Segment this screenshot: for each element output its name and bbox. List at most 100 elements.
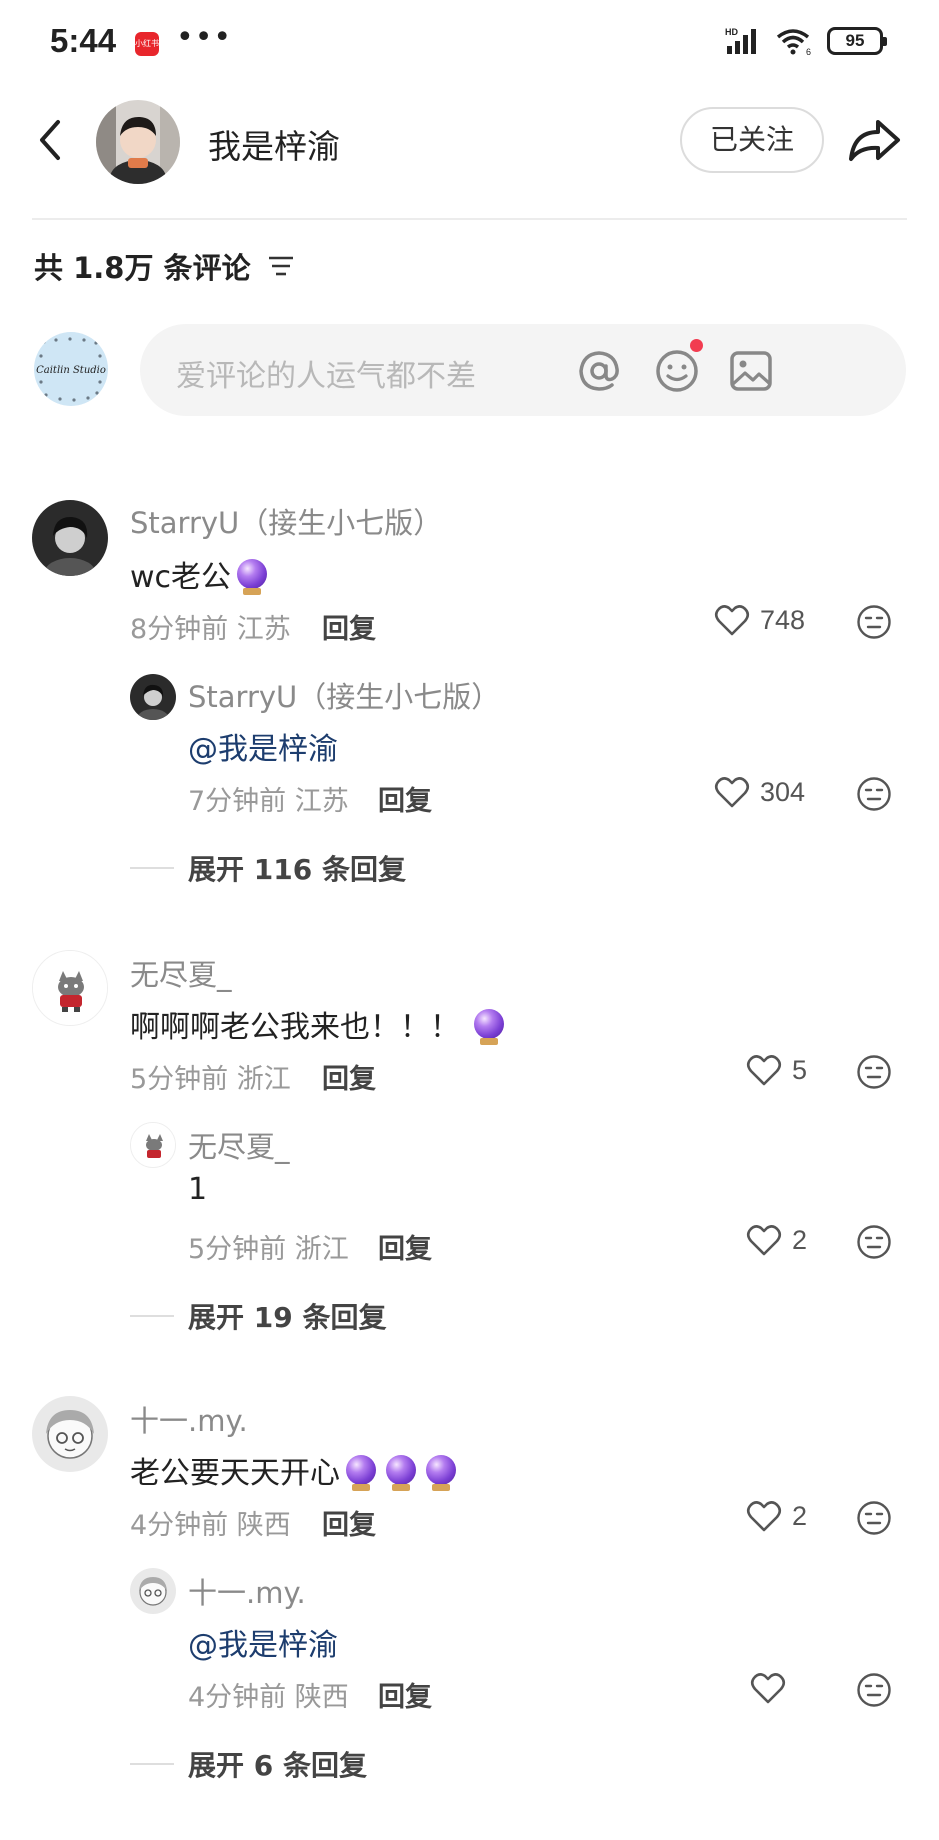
expand-line xyxy=(130,867,174,869)
comment-time-location: 5分钟前 浙江 xyxy=(130,1064,291,1095)
heart-icon xyxy=(746,1055,782,1086)
reply-text: @我是梓渝 xyxy=(188,724,338,768)
back-button[interactable] xyxy=(28,112,78,168)
expand-line xyxy=(130,1315,174,1317)
header-divider xyxy=(32,218,907,220)
react-face-icon[interactable] xyxy=(856,776,892,812)
xiaohongshu-app-icon: 小红书 xyxy=(135,32,159,56)
reply-button[interactable]: 回复 xyxy=(322,1503,376,1542)
reply-text-content[interactable]: @我是梓渝 xyxy=(188,1620,338,1664)
reply-button[interactable]: 回复 xyxy=(378,1675,432,1714)
emoji-notification-dot xyxy=(690,339,703,352)
crystal-ball-emoji-icon xyxy=(426,1455,456,1491)
reply-button[interactable]: 回复 xyxy=(322,1057,376,1096)
reply-text-content: 1 xyxy=(188,1172,208,1207)
react-face-icon[interactable] xyxy=(856,1500,892,1536)
reply-button[interactable]: 回复 xyxy=(322,607,376,646)
reply-text: 1 xyxy=(188,1172,207,1207)
heart-icon xyxy=(714,777,750,808)
share-icon[interactable] xyxy=(846,114,902,166)
commenter-name[interactable]: 十一.my. xyxy=(130,1398,248,1440)
comment-input[interactable]: 爱评论的人运气都不差 xyxy=(140,324,906,416)
comment-count-row: 共 1.8万 条评论 xyxy=(34,244,295,288)
following-button[interactable]: 已关注 xyxy=(680,107,824,173)
author-avatar[interactable] xyxy=(96,100,180,184)
react-face-icon[interactable] xyxy=(856,1054,892,1090)
expand-line xyxy=(130,1763,174,1765)
like-count: 2 xyxy=(792,1500,808,1531)
like-button[interactable]: 2 xyxy=(746,1223,807,1257)
like-button[interactable]: 748 xyxy=(714,603,805,637)
image-icon[interactable] xyxy=(726,346,776,396)
reply-text: @我是梓渝 xyxy=(188,1620,338,1664)
like-count: 304 xyxy=(760,776,806,807)
commenter-name[interactable]: StarryU（接生小七版） xyxy=(130,500,442,542)
comment-text-content: wc老公 xyxy=(130,560,232,595)
reply-button[interactable]: 回复 xyxy=(378,1227,432,1266)
crystal-ball-emoji-icon xyxy=(346,1455,376,1491)
react-face-icon[interactable] xyxy=(856,1672,892,1708)
reply-avatar[interactable] xyxy=(130,674,176,720)
like-button[interactable] xyxy=(750,1671,796,1705)
like-button[interactable]: 2 xyxy=(746,1499,807,1533)
my-avatar-text: Caitlin Studio xyxy=(36,365,106,376)
like-count: 2 xyxy=(792,1224,808,1255)
expand-replies-button[interactable]: 展开 116 条回复 xyxy=(130,848,406,888)
wifi-icon: 6 xyxy=(776,29,811,56)
cellular-signal-icon: HD xyxy=(725,27,756,54)
header: 我是梓渝 已关注 xyxy=(0,92,939,192)
like-count: 748 xyxy=(760,604,806,635)
reply-avatar[interactable] xyxy=(130,1568,176,1614)
like-button[interactable]: 304 xyxy=(714,775,805,809)
crystal-ball-emoji-icon xyxy=(237,559,268,595)
crystal-ball-emoji-icon xyxy=(474,1009,504,1045)
emoji-icon[interactable] xyxy=(652,346,702,396)
heart-icon xyxy=(746,1225,782,1256)
status-bar: 5:44 小红书 ••• HD 6 95 xyxy=(0,0,939,88)
reply-button[interactable]: 回复 xyxy=(378,779,432,818)
mention-at-icon[interactable] xyxy=(574,346,624,396)
comment-input-placeholder: 爱评论的人运气都不差 xyxy=(176,359,476,394)
reply-avatar[interactable] xyxy=(130,1122,176,1168)
commenter-avatar[interactable] xyxy=(32,950,108,1026)
expand-replies-text: 展开 19 条回复 xyxy=(188,1301,387,1334)
network-label: HD xyxy=(725,27,738,37)
commenter-name[interactable]: 无尽夏_ xyxy=(130,952,232,994)
reply-text-content[interactable]: @我是梓渝 xyxy=(188,724,338,768)
heart-icon xyxy=(750,1673,786,1704)
more-notifications-icon: ••• xyxy=(176,20,233,55)
expand-replies-text: 展开 116 条回复 xyxy=(188,853,406,886)
status-time: 5:44 xyxy=(50,22,117,59)
battery-icon: 95 xyxy=(827,27,887,55)
status-icons: HD 6 95 xyxy=(725,26,887,56)
crystal-ball-emoji-icon xyxy=(386,1455,416,1491)
comment-count: 共 1.8万 条评论 xyxy=(34,251,251,285)
expand-replies-text: 展开 6 条回复 xyxy=(188,1749,367,1782)
my-avatar: Caitlin Studio xyxy=(34,332,108,406)
expand-replies-button[interactable]: 展开 6 条回复 xyxy=(130,1744,367,1784)
reply-commenter-name[interactable]: StarryU（接生小七版） xyxy=(188,674,500,716)
reply-commenter-name[interactable]: 无尽夏_ xyxy=(188,1124,290,1166)
author-name[interactable]: 我是梓渝 xyxy=(208,120,340,168)
commenter-avatar[interactable] xyxy=(32,1396,108,1472)
comment-time-location: 4分钟前 陕西 xyxy=(130,1510,291,1541)
like-button[interactable]: 5 xyxy=(746,1053,807,1087)
reply-time-location: 4分钟前 陕西 xyxy=(188,1682,349,1713)
heart-icon xyxy=(746,1501,782,1532)
wifi-number: 6 xyxy=(806,47,811,56)
comment-text-content: 啊啊啊老公我来也！！！ xyxy=(130,1010,460,1045)
comment-text: wc老公 xyxy=(130,552,268,596)
commenter-avatar[interactable] xyxy=(32,500,108,576)
react-face-icon[interactable] xyxy=(856,1224,892,1260)
comment-text-content: 老公要天天开心 xyxy=(130,1456,340,1491)
reply-commenter-name[interactable]: 十一.my. xyxy=(188,1570,306,1612)
like-count: 5 xyxy=(792,1054,808,1085)
reply-time-location: 7分钟前 江苏 xyxy=(188,786,349,817)
comment-text: 老公要天天开心 xyxy=(130,1448,456,1492)
reply-time-location: 5分钟前 浙江 xyxy=(188,1234,349,1265)
expand-replies-button[interactable]: 展开 19 条回复 xyxy=(130,1296,386,1336)
react-face-icon[interactable] xyxy=(856,604,892,640)
sort-filter-icon[interactable] xyxy=(267,254,295,278)
comment-text: 啊啊啊老公我来也！！！ xyxy=(130,1002,504,1046)
heart-icon xyxy=(714,605,750,636)
